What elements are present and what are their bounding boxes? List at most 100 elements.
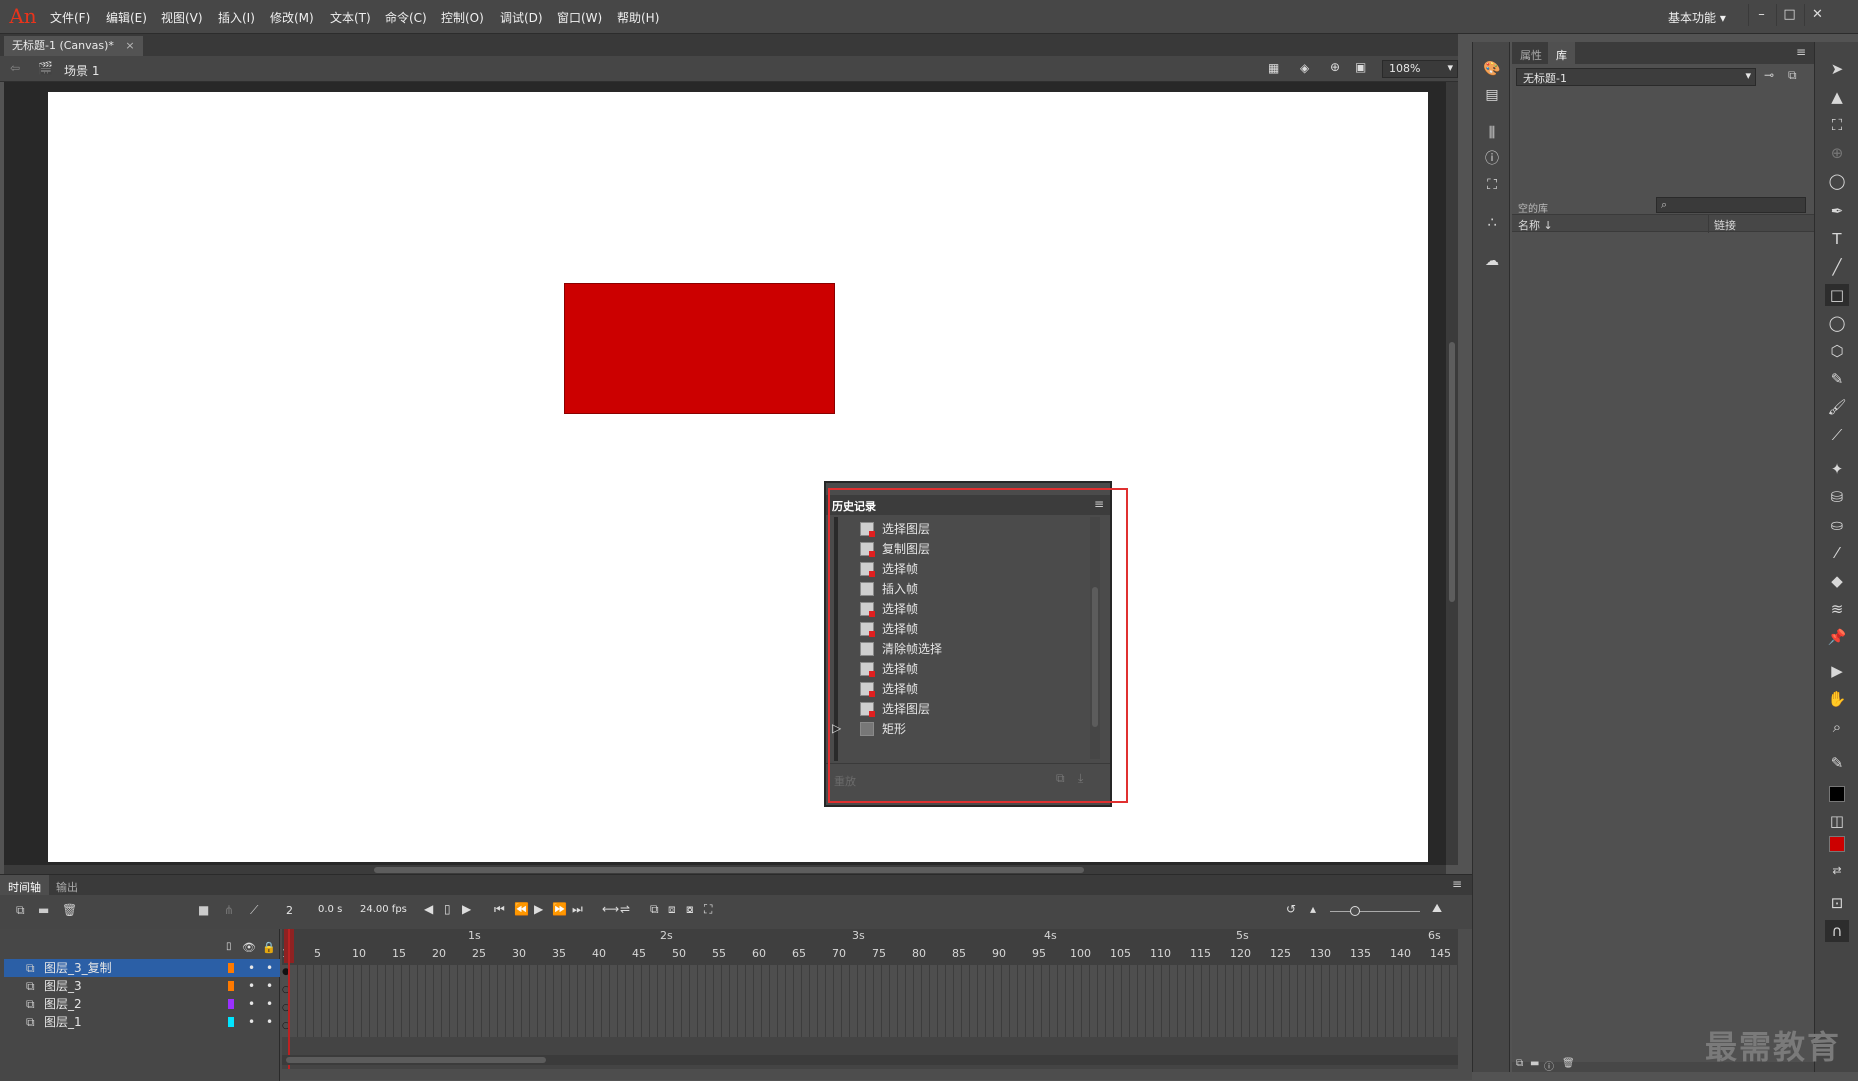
play-icon[interactable]: ▶	[534, 902, 543, 916]
layer-color-swatch[interactable]	[228, 981, 234, 991]
magnet-icon[interactable]: ∩	[1825, 920, 1849, 942]
pin-icon[interactable]: ⊸	[1764, 68, 1774, 82]
rectangle-tool-icon[interactable]: □	[1825, 284, 1849, 306]
layer-color-swatch[interactable]	[228, 963, 234, 973]
loop-icon[interactable]: ⟷	[602, 902, 619, 916]
onion-outline-icon[interactable]: ⧈	[668, 902, 676, 917]
text-tool-icon[interactable]: T	[1825, 228, 1849, 250]
library-search-input[interactable]: ⌕	[1656, 197, 1806, 213]
column-name[interactable]: 名称 ↓	[1518, 217, 1553, 233]
tab-timeline[interactable]: 时间轴	[0, 875, 49, 895]
new-library-panel-icon[interactable]: ⧉	[1788, 68, 1797, 83]
onion-icon[interactable]: ▯	[444, 902, 451, 916]
stage-vertical-scrollbar[interactable]	[1446, 82, 1458, 865]
zoom-out-icon[interactable]: ▴	[1310, 902, 1316, 916]
pen-tool-icon[interactable]: ✒	[1825, 200, 1849, 222]
tab-properties[interactable]: 属性	[1520, 47, 1542, 63]
camera-icon[interactable]: ■	[198, 903, 209, 917]
transform-icon[interactable]: ⛶	[1482, 176, 1502, 194]
lasso-tool-icon[interactable]: ◯	[1825, 170, 1849, 192]
asset-warp-tool-icon[interactable]: 📌	[1825, 626, 1849, 648]
visibility-dot[interactable]: •	[248, 977, 255, 995]
stage-canvas[interactable]	[48, 92, 1428, 862]
clip-icon[interactable]: ▣	[1355, 60, 1366, 74]
new-symbol-icon[interactable]: ⧉	[1516, 1058, 1523, 1069]
prev-icon[interactable]: ◀	[424, 902, 433, 916]
panel-menu-icon[interactable]: ≡	[1796, 45, 1806, 59]
minimize-button[interactable]: –	[1748, 4, 1774, 26]
zoom-tool-icon[interactable]: ⌕	[1825, 716, 1849, 738]
layer-row[interactable]: ⧉ 图层_1 • •	[4, 1013, 280, 1031]
swatches-icon[interactable]: ▤	[1482, 86, 1502, 104]
free-transform-tool-icon[interactable]: ⛶	[1825, 114, 1849, 136]
maximize-button[interactable]: □	[1776, 4, 1802, 26]
color-panel-icon[interactable]: 🎨	[1482, 60, 1502, 78]
layer-color-swatch[interactable]	[228, 999, 234, 1009]
info-icon[interactable]: ⓘ	[1482, 150, 1502, 168]
trash-icon[interactable]: 🗑	[1562, 1058, 1575, 1069]
document-tab[interactable]: 无标题-1 (Canvas)* ×	[4, 36, 143, 56]
new-layer-icon[interactable]: ⧉	[16, 903, 25, 918]
menu-help[interactable]: 帮助(H)	[617, 9, 659, 27]
edit-scene-icon[interactable]: ▦	[1268, 61, 1279, 75]
menu-debug[interactable]: 调试(D)	[500, 9, 543, 27]
selection-tool-icon[interactable]: ➤	[1825, 58, 1849, 80]
frames-area[interactable]: 1s 2s 3s 4s 5s 6s 1 5 10 15 20 25 30 35 …	[282, 929, 1458, 1069]
paint-brush-tool-icon[interactable]: 🖌	[1825, 396, 1849, 418]
layer-row[interactable]: ⧉ 图层_3 • •	[4, 977, 280, 995]
center-stage-icon[interactable]: ⊕	[1330, 60, 1340, 74]
swap-colors-icon[interactable]: ⇄	[1825, 860, 1849, 882]
zoom-select[interactable]: 108% ▾	[1382, 60, 1458, 78]
subselection-tool-icon[interactable]: ▲	[1825, 86, 1849, 108]
outline-header-icon[interactable]: ▯	[226, 941, 232, 952]
components-icon[interactable]: ∴	[1482, 214, 1502, 232]
line-tool-icon[interactable]: ╱	[1825, 256, 1849, 278]
bone-tool-icon[interactable]: ✦	[1825, 458, 1849, 480]
menu-window[interactable]: 窗口(W)	[557, 9, 602, 27]
eye-icon[interactable]: 👁	[242, 941, 256, 954]
timeline-zoom-slider[interactable]	[1330, 911, 1420, 912]
close-icon[interactable]: ×	[125, 39, 134, 52]
layer-row[interactable]: ⧉ 图层_2 • •	[4, 995, 280, 1013]
menu-modify[interactable]: 修改(M)	[270, 9, 314, 27]
polystar-tool-icon[interactable]: ⬡	[1825, 340, 1849, 362]
menu-insert[interactable]: 插入(I)	[218, 9, 255, 27]
timeline-horizontal-scrollbar[interactable]	[282, 1055, 1458, 1065]
stroke-color-swatch[interactable]	[1829, 786, 1845, 802]
menu-file[interactable]: 文件(F)	[50, 9, 90, 27]
menu-commands[interactable]: 命令(C)	[385, 9, 427, 27]
close-button[interactable]: ✕	[1804, 4, 1830, 26]
zoom-in-icon[interactable]: ⛰	[1432, 901, 1442, 916]
hand-tool-icon[interactable]: ✋	[1825, 688, 1849, 710]
workspace-switcher[interactable]: 基本功能 ▾	[1668, 9, 1726, 26]
scroll-thumb[interactable]	[286, 1057, 546, 1063]
visibility-dot[interactable]: •	[248, 1013, 255, 1031]
ink-bottle-tool-icon[interactable]: ⛀	[1825, 514, 1849, 536]
visibility-dot[interactable]: •	[248, 995, 255, 1013]
layer-color-swatch[interactable]	[228, 1017, 234, 1027]
lock-dot[interactable]: •	[266, 959, 273, 977]
frame-rate[interactable]: 24.00 fps	[360, 904, 407, 915]
trash-icon[interactable]: 🗑	[62, 903, 77, 917]
parent-view-icon[interactable]: ⋔	[224, 903, 234, 917]
red-rectangle-shape[interactable]	[564, 283, 835, 414]
camera-tool-icon[interactable]: ▶	[1825, 660, 1849, 682]
column-linkage[interactable]: 链接	[1714, 217, 1736, 233]
layer-row[interactable]: ⧉ 图层_3_复制 • •	[4, 959, 280, 977]
next-icon[interactable]: ▶	[462, 902, 471, 916]
visibility-dot[interactable]: •	[248, 959, 255, 977]
fill-color-swatch[interactable]	[1829, 836, 1845, 852]
properties-icon[interactable]: ⓘ	[1544, 1058, 1554, 1073]
step-forward-icon[interactable]: ⏩	[552, 902, 567, 916]
library-document-select[interactable]: 无标题-1 ▾	[1516, 68, 1756, 86]
scroll-thumb[interactable]	[1449, 342, 1455, 602]
graph-icon[interactable]: ⟋	[250, 903, 258, 918]
lock-dot[interactable]: •	[266, 1013, 273, 1031]
oval-tool-icon[interactable]: ◯	[1825, 312, 1849, 334]
step-back-icon[interactable]: ⏪	[514, 902, 529, 916]
menu-edit[interactable]: 编辑(E)	[106, 9, 147, 27]
lock-icon[interactable]: 🔒	[262, 941, 276, 954]
lock-dot[interactable]: •	[266, 995, 273, 1013]
first-frame-icon[interactable]: ⏮	[494, 902, 505, 917]
pencil-tool-icon[interactable]: ✎	[1825, 368, 1849, 390]
